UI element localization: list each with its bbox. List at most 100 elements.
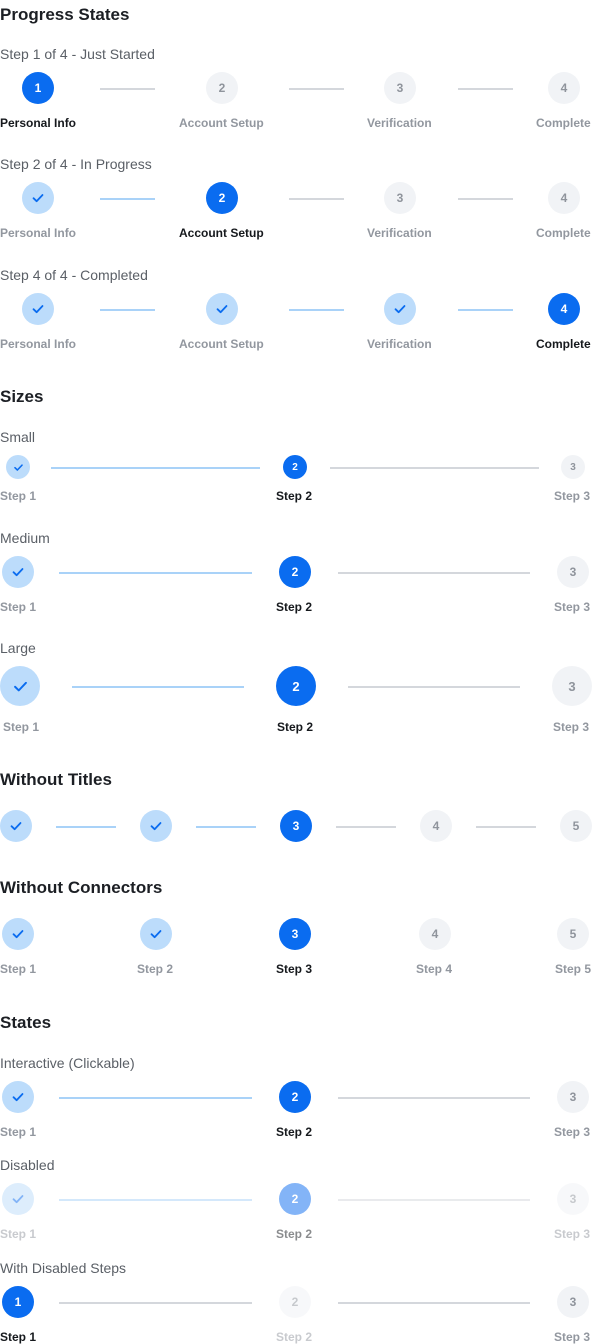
step-2-completed[interactable]: [140, 918, 172, 950]
step-3-pending[interactable]: 3: [557, 1286, 589, 1318]
step-number: 2: [218, 81, 226, 95]
row-subtitle-in-progress: Step 2 of 4 - In Progress: [0, 156, 152, 172]
step-label: Personal Info: [0, 337, 77, 351]
connector: [59, 572, 252, 574]
step-2-completed[interactable]: [140, 810, 172, 842]
step-1-completed-disabled: [2, 1183, 34, 1215]
check-icon: [216, 305, 228, 314]
step-label: Step 3: [554, 489, 591, 503]
step-3-pending[interactable]: 3: [384, 182, 416, 214]
step-label: Step 1: [0, 1330, 37, 1344]
step-number: 1: [34, 81, 42, 95]
step-3-pending[interactable]: 3: [561, 455, 585, 479]
step-1-completed[interactable]: [22, 293, 54, 325]
step-3-active[interactable]: 3: [280, 810, 312, 842]
step-3-active[interactable]: 3: [279, 918, 311, 950]
connector: [330, 467, 539, 469]
step-label: Step 2: [276, 1125, 313, 1139]
section-title-without-connectors: Without Connectors: [0, 878, 163, 897]
step-1-completed[interactable]: [22, 182, 54, 214]
step-4-pending[interactable]: 4: [548, 72, 580, 104]
connector: [59, 1199, 252, 1201]
step-number: 5: [572, 819, 580, 833]
step-1-active[interactable]: 1: [2, 1286, 34, 1318]
step-label: Step 3: [554, 1227, 591, 1241]
connector: [338, 1199, 530, 1201]
step-2-pending[interactable]: 2: [206, 72, 238, 104]
check-icon: [32, 194, 44, 203]
connector: [289, 309, 344, 311]
connector: [289, 198, 344, 200]
row-subtitle-disabled: Disabled: [0, 1157, 55, 1173]
step-label: Step 5: [555, 962, 592, 976]
connector: [338, 1302, 530, 1304]
step-1-completed[interactable]: [2, 556, 34, 588]
connector: [59, 1302, 252, 1304]
step-number: 4: [431, 927, 439, 941]
step-label: Verification: [367, 116, 432, 130]
row-subtitle-small: Small: [0, 429, 36, 445]
step-number: 2: [291, 1295, 299, 1309]
check-icon: [12, 1093, 24, 1102]
step-4-active[interactable]: 4: [548, 293, 580, 325]
step-label: Personal Info: [0, 116, 77, 130]
step-1-completed[interactable]: [0, 666, 40, 706]
check-icon: [150, 930, 162, 939]
step-number: 3: [396, 191, 404, 205]
step-3-pending[interactable]: 3: [384, 72, 416, 104]
step-number: 4: [432, 819, 440, 833]
step-number: 3: [569, 1295, 577, 1309]
step-1-completed[interactable]: [2, 918, 34, 950]
step-4-pending[interactable]: 4: [419, 918, 451, 950]
connector: [289, 88, 344, 90]
check-icon: [32, 305, 44, 314]
step-3-completed[interactable]: [384, 293, 416, 325]
connector: [458, 309, 513, 311]
step-2-active[interactable]: 2: [276, 666, 316, 706]
step-4-pending[interactable]: 4: [420, 810, 452, 842]
step-2-disabled: 2: [279, 1286, 311, 1318]
step-number: 3: [292, 819, 300, 833]
step-label: Account Setup: [179, 116, 264, 130]
row-subtitle-interactive: Interactive (Clickable): [0, 1055, 135, 1071]
step-3-pending[interactable]: 3: [557, 556, 589, 588]
step-label: Step 2: [276, 1330, 313, 1344]
step-1-completed[interactable]: [0, 810, 32, 842]
step-5-pending[interactable]: 5: [557, 918, 589, 950]
step-label: Step 1: [0, 1227, 37, 1241]
step-3-pending[interactable]: 3: [552, 666, 592, 706]
step-1-active[interactable]: 1: [22, 72, 54, 104]
row-subtitle-medium: Medium: [0, 530, 50, 546]
connector: [196, 826, 256, 828]
step-2-active[interactable]: 2: [206, 182, 238, 214]
step-2-active[interactable]: 2: [279, 1081, 311, 1113]
step-label: Step 1: [0, 1125, 37, 1139]
check-icon: [12, 1195, 24, 1204]
connector: [348, 686, 520, 688]
step-label: Account Setup: [179, 226, 264, 240]
step-2-completed[interactable]: [206, 293, 238, 325]
step-4-pending[interactable]: 4: [548, 182, 580, 214]
step-label: Step 3: [553, 720, 590, 734]
check-icon: [150, 822, 162, 831]
step-1-completed[interactable]: [2, 1081, 34, 1113]
step-label: Personal Info: [0, 226, 77, 240]
section-title-progress-states: Progress States: [0, 5, 130, 24]
check-icon: [13, 681, 27, 691]
step-number: 2: [292, 461, 298, 473]
step-5-pending[interactable]: 5: [560, 810, 592, 842]
step-2-active[interactable]: 2: [279, 556, 311, 588]
step-number: 2: [291, 565, 299, 579]
connector: [338, 1097, 530, 1099]
connector: [458, 198, 513, 200]
step-3-pending[interactable]: 3: [557, 1081, 589, 1113]
step-label: Account Setup: [179, 337, 264, 351]
connector: [100, 88, 155, 90]
step-number: 3: [568, 678, 576, 694]
step-1-completed[interactable]: [6, 455, 30, 479]
step-label: Complete: [536, 116, 591, 130]
section-title-sizes: Sizes: [0, 387, 44, 406]
connector: [458, 88, 513, 90]
step-2-active[interactable]: 2: [283, 455, 307, 479]
step-label: Step 1: [0, 489, 37, 503]
